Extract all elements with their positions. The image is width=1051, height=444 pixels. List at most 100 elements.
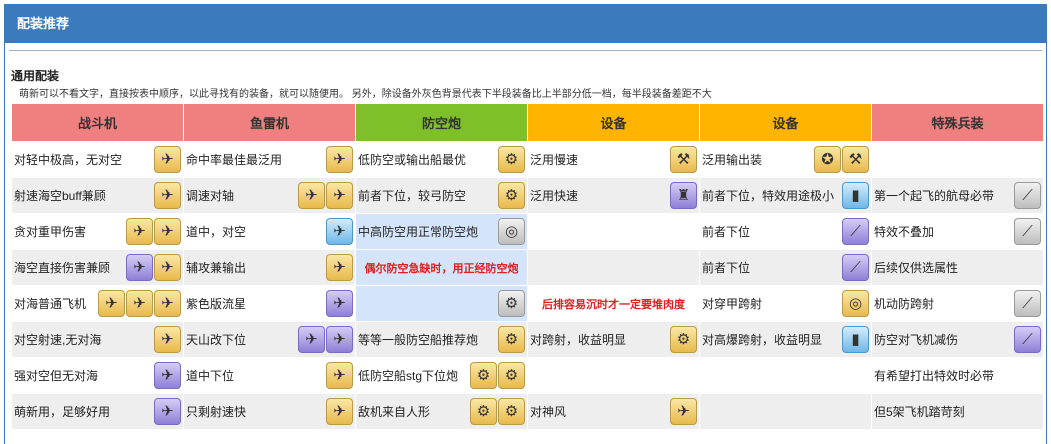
cell-text: 贪对重甲伤害: [14, 225, 87, 239]
icon-group: ⟋: [1014, 218, 1041, 245]
icon-group: ▮: [842, 326, 869, 353]
medal-icon[interactable]: ✪: [814, 146, 841, 173]
cell-text: 调速对轴: [186, 189, 235, 203]
aa-gun-icon[interactable]: ⚙: [498, 290, 525, 317]
wand-icon[interactable]: ⟋: [1014, 182, 1041, 209]
cell-special: 但5架飞机踏苛刻: [871, 393, 1044, 430]
header-special: 特殊兵装: [871, 103, 1044, 142]
torpedo-bomber-icon[interactable]: ✈: [326, 290, 353, 317]
cell-text: 道中，对空: [186, 225, 247, 239]
plane-icon[interactable]: ✈: [670, 398, 697, 425]
torpedo-bomber-icon[interactable]: ✈: [326, 398, 353, 425]
fighter-plane-icon[interactable]: ✈: [154, 254, 181, 281]
lantern-icon[interactable]: ♜: [670, 182, 697, 209]
fighter-plane-icon[interactable]: ✈: [154, 182, 181, 209]
table-row: 萌新用，足够好用 ✈ 只剩射速快 ✈ 敌机来自人形 ⚙ ⚙ 对神风 ✈ 但5架飞机踏苛刻: [11, 393, 1044, 430]
torpedo-bomber-icon[interactable]: ✈: [326, 326, 353, 353]
fighter-plane-icon[interactable]: ✈: [154, 362, 181, 389]
table-row: 对海普通飞机 ✈ ✈ ✈ 紫色版流星 ✈ ⚙ 后排容易沉时才一定要堆肉度 对穿甲跨射 ◎ 机动防跨射…: [11, 285, 1044, 322]
cell-text: 低防空船stg下位炮: [358, 369, 459, 383]
cell-text: 中高防空用正常防空炮: [358, 225, 479, 239]
radar-icon[interactable]: ◎: [842, 290, 869, 317]
cell-content: 调速对轴 ✈ ✈: [186, 178, 353, 213]
cell-content: 对穿甲跨射 ◎: [702, 286, 869, 321]
icon-group: ✈: [326, 218, 353, 245]
aa-gun-icon[interactable]: ⚙: [470, 398, 497, 425]
fighter-plane-icon[interactable]: ✈: [154, 146, 181, 173]
fire-extinguisher-icon[interactable]: ▮: [842, 326, 869, 353]
cell-text: 海空直接伤害兼顾: [14, 261, 111, 275]
wand-icon[interactable]: ⟋: [1014, 290, 1041, 317]
cell-auxiliary-1: 对神风 ✈: [527, 393, 700, 430]
cell-content: [530, 358, 697, 393]
engine-icon[interactable]: ⚙: [670, 326, 697, 353]
catapult-icon[interactable]: ⚒: [670, 146, 697, 173]
cell-fighter: 对海普通飞机 ✈ ✈ ✈: [11, 285, 184, 322]
fighter-plane-icon[interactable]: ✈: [154, 326, 181, 353]
torpedo-bomber-icon[interactable]: ✈: [298, 182, 325, 209]
cell-auxiliary-2: 前者下位 ⟋: [699, 249, 872, 286]
aa-gun-icon[interactable]: ◎: [498, 218, 525, 245]
hook-icon[interactable]: ⟋: [1014, 218, 1041, 245]
cell-text: 敌机来自人形: [358, 405, 431, 419]
torpedo-bomber-icon[interactable]: ✈: [326, 146, 353, 173]
cell-torpedo-bomber: 道中下位 ✈: [183, 357, 356, 394]
torpedo-bomber-icon[interactable]: ✈: [298, 326, 325, 353]
torpedo-bomber-icon[interactable]: ✈: [326, 182, 353, 209]
cell-text: 对海普通飞机: [14, 297, 87, 311]
aa-gun-icon[interactable]: ⚙: [498, 398, 525, 425]
cell-auxiliary-1: 泛用快速 ♜: [527, 177, 700, 214]
torpedo-bomber-icon[interactable]: ✈: [326, 218, 353, 245]
icon-group: ✈: [154, 362, 181, 389]
catapult-icon[interactable]: ⟋: [842, 254, 869, 281]
fighter-plane-icon[interactable]: ✈: [154, 398, 181, 425]
aa-gun-icon[interactable]: ⚙: [498, 182, 525, 209]
cell-text: 泛用输出装: [702, 153, 763, 167]
cell-text: 但5架飞机踏苛刻: [874, 405, 965, 419]
cell-torpedo-bomber: 紫色版流星 ✈: [183, 285, 356, 322]
fighter-plane-icon[interactable]: ✈: [126, 254, 153, 281]
cell-text: 后排容易沉时才一定要堆肉度: [542, 298, 685, 311]
icon-group: ✈: [154, 182, 181, 209]
fighter-plane-icon[interactable]: ✈: [154, 218, 181, 245]
cell-text: 等等一般防空船推荐炮: [358, 333, 479, 347]
cell-fighter: 萌新用，足够好用 ✈: [11, 393, 184, 430]
cell-special: 第一个起飞的航母必带 ⟋: [871, 177, 1044, 214]
icon-group: ⚙: [498, 326, 525, 353]
cell-content: 后排容易沉时才一定要堆肉度: [530, 286, 697, 321]
table-row: 强对空但无对海 ✈ 道中下位 ✈ 低防空船stg下位炮 ⚙ ⚙ 有希望打出特效时必带: [11, 357, 1044, 394]
cell-special: 防空对飞机减伤 ⟋: [871, 321, 1044, 358]
icon-group: ⟋: [842, 254, 869, 281]
torpedo-bomber-icon[interactable]: ✈: [326, 254, 353, 281]
cell-auxiliary-1: 泛用慢速 ⚒: [527, 141, 700, 178]
cell-aa-gun: 敌机来自人形 ⚙ ⚙: [355, 393, 528, 430]
cell-text: 萌新用，足够好用: [14, 405, 111, 419]
cell-special: 特效不叠加 ⟋: [871, 213, 1044, 250]
icon-group: ✈: [326, 146, 353, 173]
aa-gun-icon[interactable]: ⚙: [498, 326, 525, 353]
bow-icon[interactable]: ⟋: [1014, 326, 1041, 353]
fuel-tank-icon[interactable]: ▮: [842, 182, 869, 209]
header-auxiliary-1: 设备: [527, 103, 700, 142]
table-row: 海空直接伤害兼顾 ✈ ✈ 辅攻兼输出 ✈ 偶尔防空急缺时，用正经防空炮 前者下位 ⟋ 后续仅供选…: [11, 249, 1044, 286]
catapult-icon[interactable]: ⟋: [842, 218, 869, 245]
cell-fighter: 贪对重甲伤害 ✈ ✈: [11, 213, 184, 250]
aa-gun-icon[interactable]: ⚙: [470, 362, 497, 389]
cell-content: 前者下位，特效用途极小 ▮: [702, 178, 869, 213]
aa-gun-icon[interactable]: ⚙: [498, 146, 525, 173]
cell-content: 强对空但无对海 ✈: [14, 358, 181, 393]
torpedo-bomber-icon[interactable]: ✈: [326, 362, 353, 389]
fighter-plane-icon[interactable]: ✈: [154, 290, 181, 317]
aa-gun-icon[interactable]: ⚙: [498, 362, 525, 389]
icon-group: ✈: [154, 146, 181, 173]
cell-content: 后续仅供选属性: [874, 250, 1041, 285]
cell-special: 后续仅供选属性: [871, 249, 1044, 286]
cell-text: 前者下位，较弓防空: [358, 189, 467, 203]
fighter-plane-icon[interactable]: ✈: [126, 218, 153, 245]
icon-group: ◎: [498, 218, 525, 245]
fighter-plane-icon[interactable]: ✈: [98, 290, 125, 317]
cell-content: [874, 142, 1041, 177]
hydraulic-catapult-icon[interactable]: ⚒: [842, 146, 869, 173]
cell-fighter: 强对空但无对海 ✈: [11, 357, 184, 394]
fighter-plane-icon[interactable]: ✈: [126, 290, 153, 317]
